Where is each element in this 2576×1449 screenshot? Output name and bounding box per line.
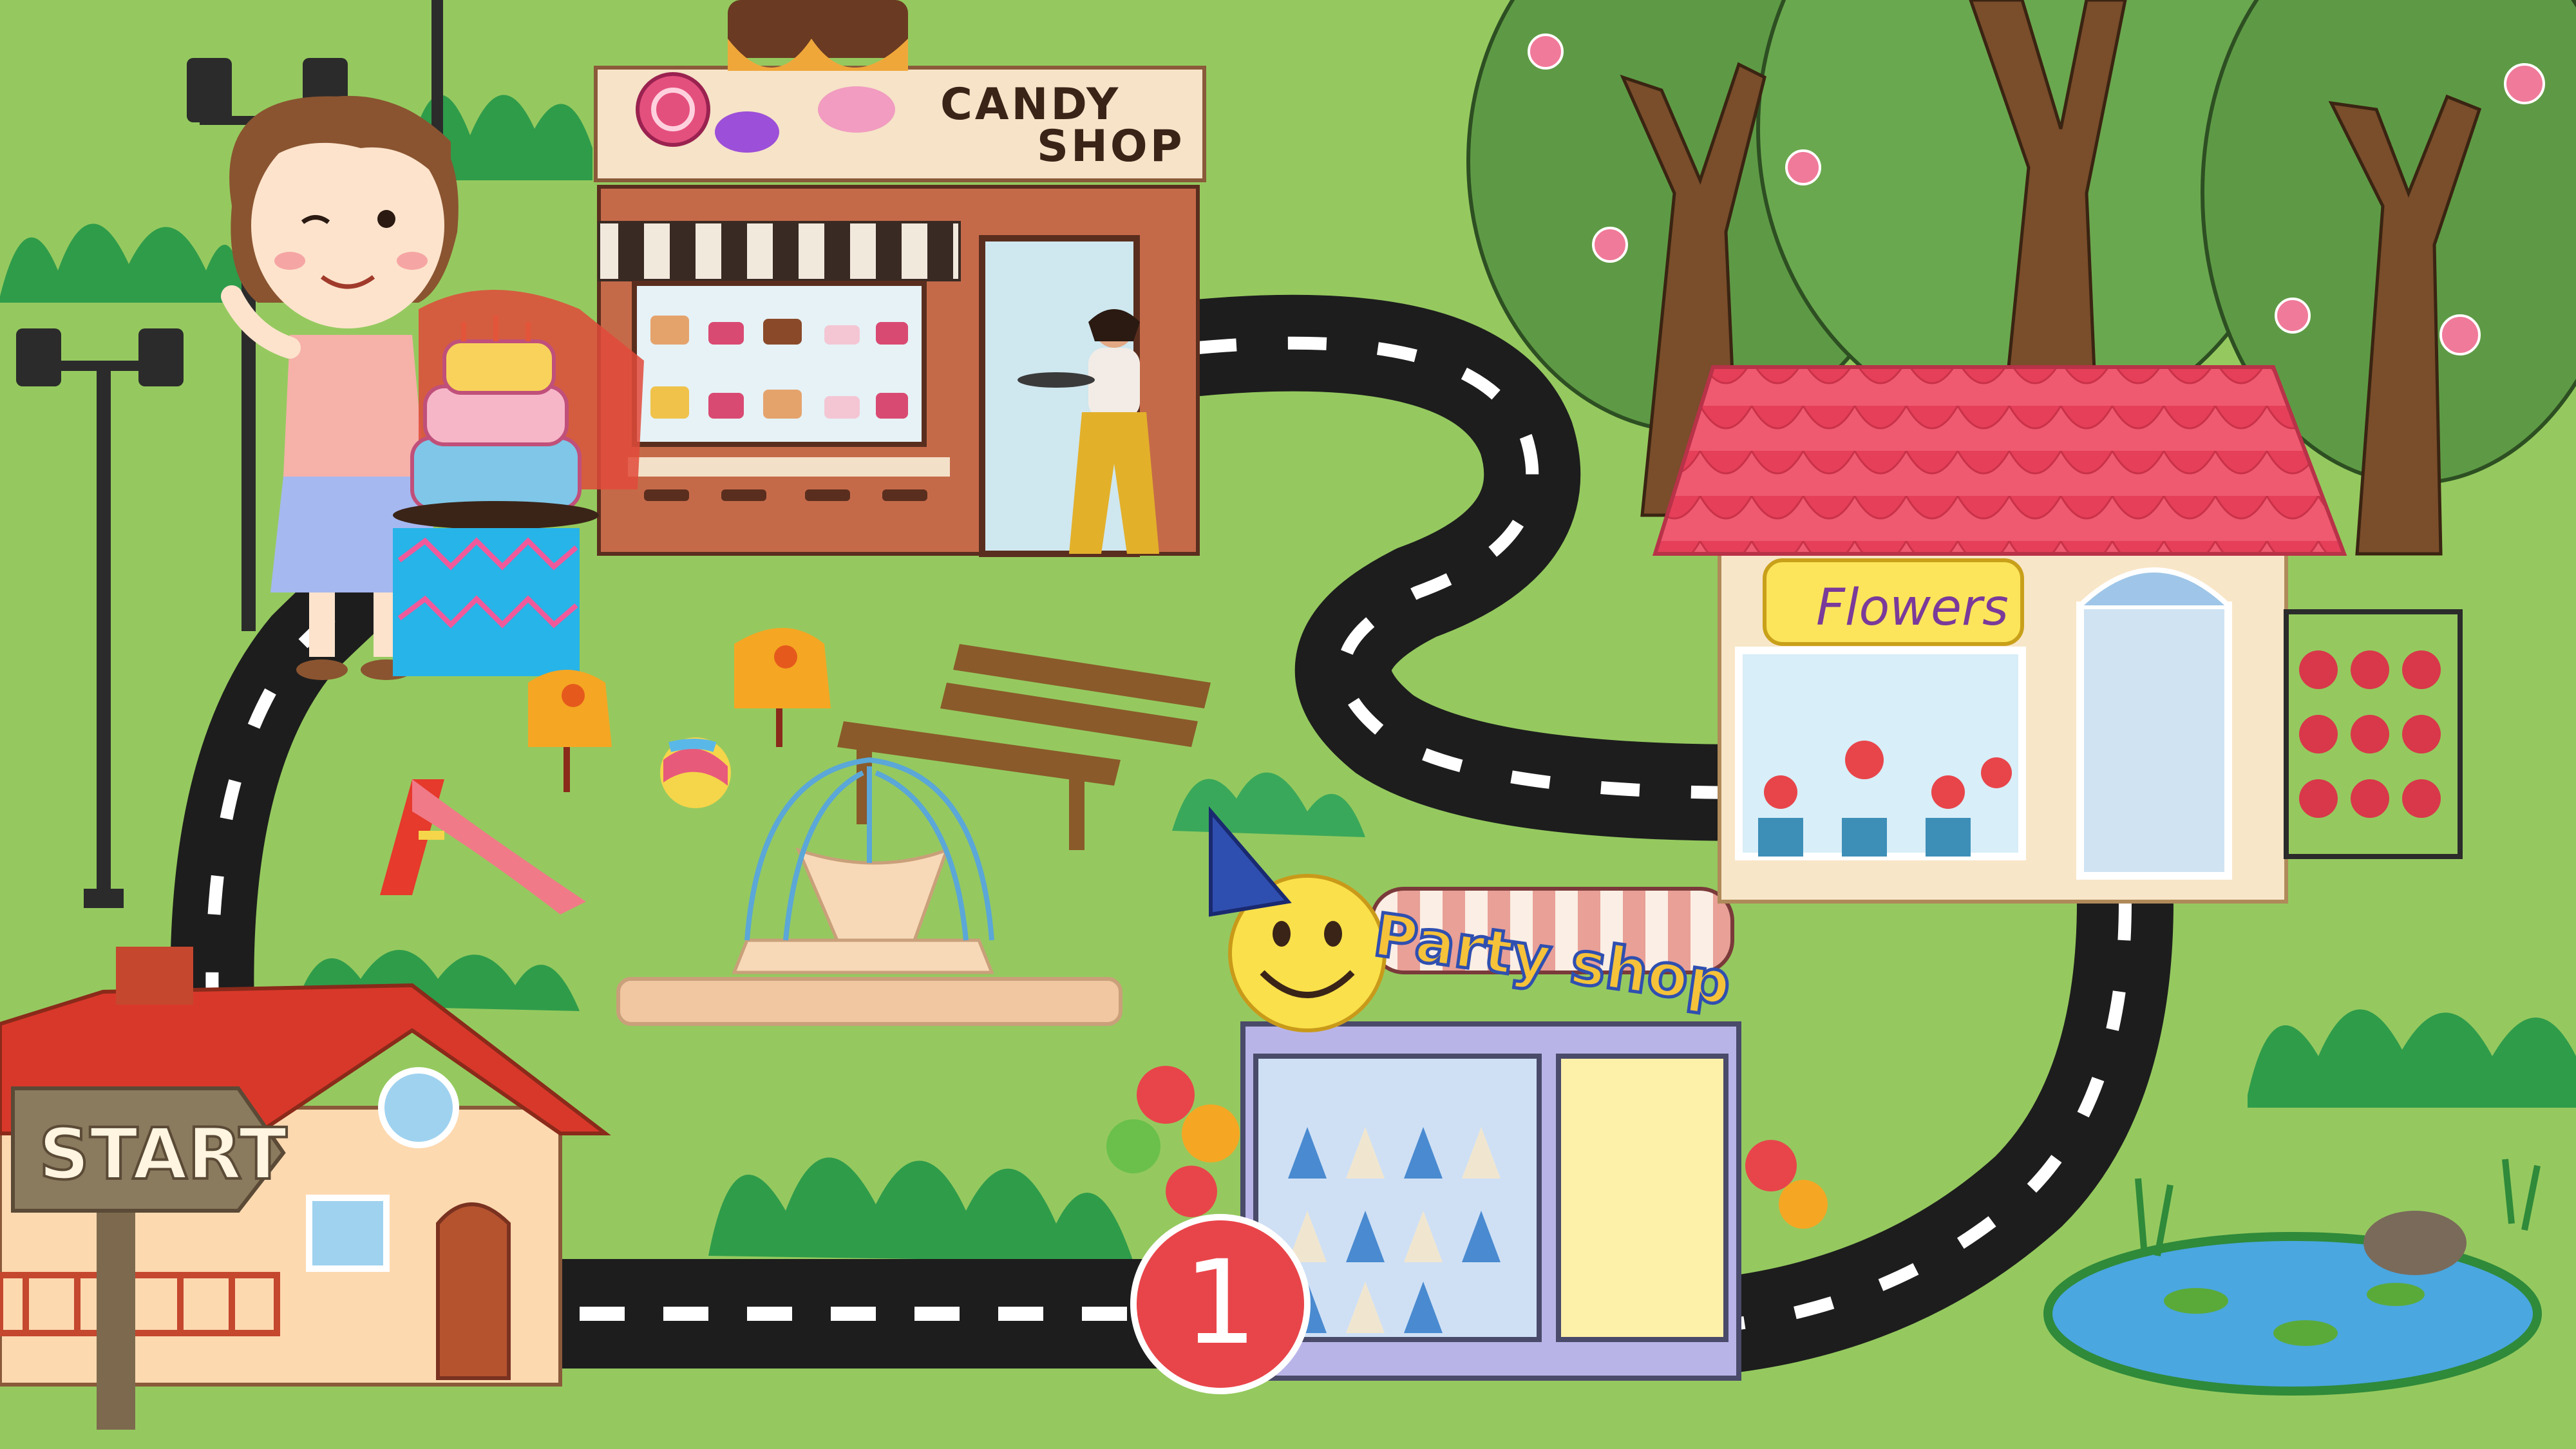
step-marker[interactable]: 1	[1130, 1214, 1311, 1394]
town-map: CANDY SHOP START Party shop Flowers 1	[0, 0, 2576, 1449]
gift-box	[393, 528, 580, 676]
candy-shop: CANDY SHOP	[594, 0, 1206, 557]
candy-shop-awning	[598, 221, 961, 281]
beach-ball	[660, 737, 731, 808]
flower-shop-sign: Flowers	[1816, 579, 2009, 637]
candy-shop-sign-line2: SHOP	[1037, 121, 1185, 172]
flower-shop-roof	[1652, 365, 2347, 556]
start-sign-label: START	[39, 1113, 287, 1195]
step-marker-number: 1	[1184, 1236, 1258, 1370]
